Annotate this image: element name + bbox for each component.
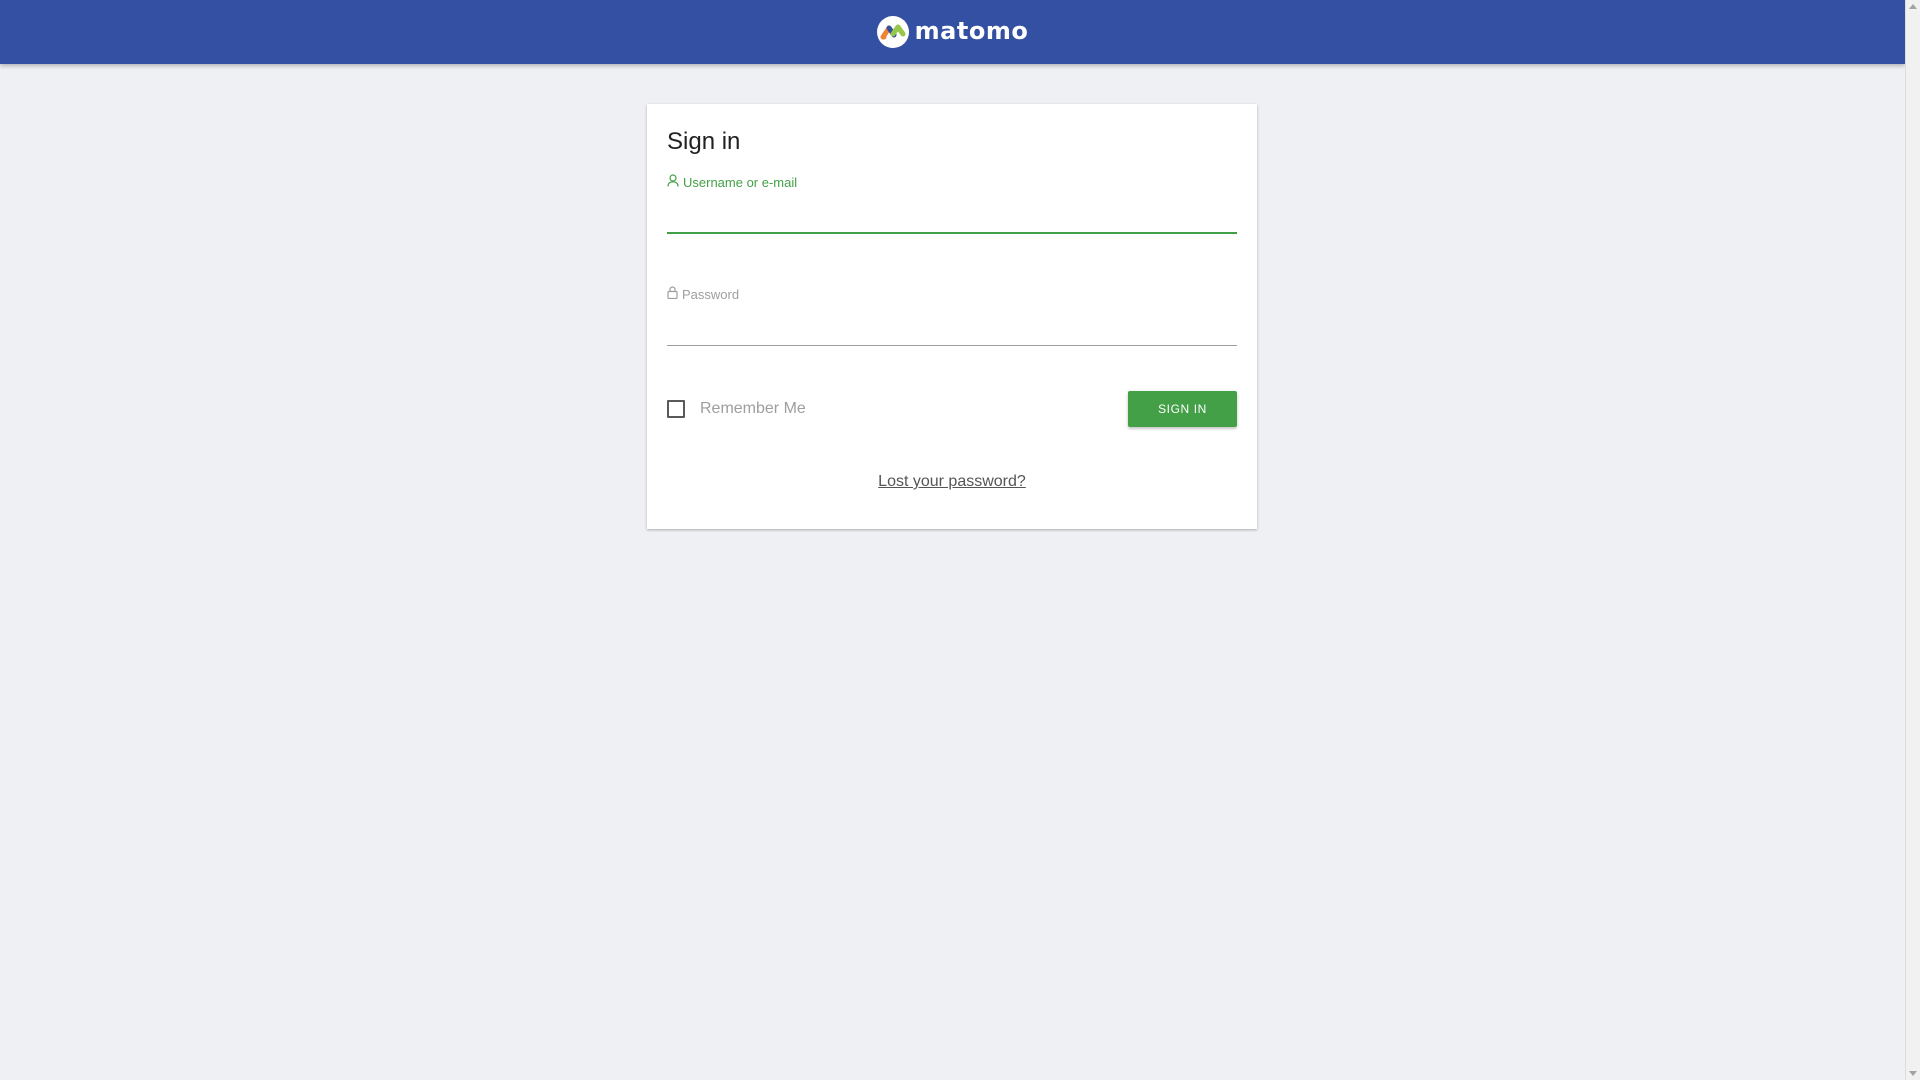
password-field-group: Password [667,286,1237,346]
password-label-text: Password [682,286,740,302]
page: matomo Sign in Username or e-mail Passwo… [0,0,1905,1080]
matomo-logo-icon [876,16,909,48]
matomo-logo[interactable]: matomo [876,16,1029,48]
checkbox-box[interactable] [667,400,685,418]
lock-icon [667,286,678,302]
form-actions: Remember Me SIGN IN [667,391,1237,427]
lost-password-link[interactable]: Lost your password? [667,473,1237,491]
username-input[interactable] [667,198,1237,234]
user-icon [667,174,679,190]
top-header-bar: matomo [0,0,1905,64]
username-field-group: Username or e-mail [667,174,1237,234]
logo-wordmark: matomo [914,16,1029,45]
password-input[interactable] [667,310,1237,346]
username-label-text: Username or e-mail [683,174,798,190]
sign-in-button[interactable]: SIGN IN [1128,391,1237,427]
login-card: Sign in Username or e-mail Password Reme… [647,104,1257,529]
scroll-up-arrow-icon[interactable] [1909,4,1917,9]
username-label: Username or e-mail [667,174,1237,190]
scroll-down-arrow-icon[interactable] [1909,1071,1917,1076]
password-label: Password [667,286,1237,302]
remember-me-label: Remember Me [700,400,806,417]
vertical-scrollbar[interactable] [1905,0,1920,1080]
page-title: Sign in [667,128,741,155]
remember-me-checkbox[interactable]: Remember Me [667,400,806,418]
